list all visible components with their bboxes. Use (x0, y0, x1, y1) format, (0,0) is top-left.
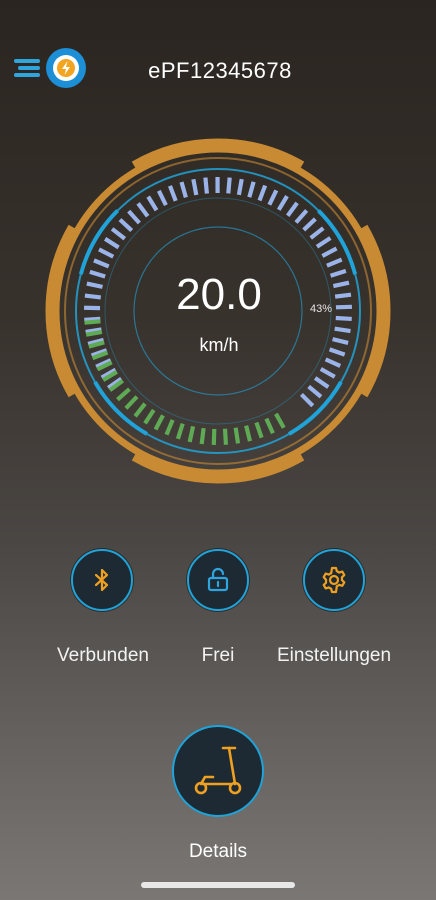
speed-segment (299, 392, 315, 408)
battery-segment (143, 408, 156, 425)
settings-label: Einstellungen (276, 645, 392, 666)
home-indicator (141, 882, 295, 888)
bluetooth-button[interactable] (71, 549, 133, 611)
speed-segment (93, 258, 110, 269)
speed-segment (247, 181, 256, 198)
speed-segment (203, 177, 209, 194)
battery-segment (124, 395, 139, 410)
battery-segment (116, 387, 131, 402)
battery-segment (187, 425, 196, 443)
speed-segment (98, 247, 115, 259)
speed-segment (103, 237, 120, 250)
battery-segment (153, 414, 165, 431)
speed-segment (257, 184, 268, 202)
speed-value: 20.0 (176, 270, 262, 319)
battery-segment (211, 428, 217, 445)
battery-segment (264, 417, 275, 435)
bluetooth-icon (94, 568, 109, 592)
speed-segment (324, 357, 342, 368)
speed-segment (302, 217, 317, 232)
details-label: Details (188, 841, 248, 862)
scooter-icon (194, 746, 242, 795)
speed-segment (146, 195, 159, 212)
battery-segment (84, 319, 101, 325)
battery-segment (199, 427, 206, 445)
speed-segment (321, 246, 338, 258)
speed-unit: km/h (199, 335, 239, 355)
battery-segment (175, 422, 185, 440)
settings-button[interactable] (303, 549, 365, 611)
details-button[interactable] (172, 725, 264, 817)
speed-segment (110, 227, 127, 241)
speed-segment (276, 195, 289, 211)
unlock-icon (207, 567, 229, 592)
battery-percent: 43% (309, 303, 333, 315)
speed-segment (326, 257, 343, 268)
speed-segment (127, 209, 141, 225)
speed-segment (285, 201, 299, 218)
battery-segment (233, 427, 241, 444)
battery-segment (254, 421, 264, 439)
speed-segment (309, 226, 325, 240)
speed-segment (118, 218, 134, 233)
speed-segment (313, 376, 330, 389)
speed-segment (334, 326, 351, 334)
speed-segment (168, 185, 178, 202)
speed-segment (179, 181, 188, 199)
speed-segment (267, 189, 279, 206)
lock-button[interactable] (187, 549, 249, 611)
speed-segment (315, 236, 332, 249)
speed-segment (319, 367, 336, 379)
speed-segment (226, 177, 232, 194)
speed-segment (294, 209, 309, 224)
battery-segment (244, 425, 253, 442)
device-title: ePF12345678 (148, 58, 292, 83)
speed-segment (136, 202, 150, 218)
speed-segment (156, 189, 168, 207)
gear-icon (322, 566, 346, 594)
speed-segment (236, 178, 244, 196)
speed-segment (307, 384, 323, 399)
speed-segment (191, 178, 199, 196)
battery-segment (133, 402, 147, 418)
battery-segment (274, 412, 286, 429)
battery-segment (222, 428, 229, 445)
battery-segment (164, 419, 175, 436)
